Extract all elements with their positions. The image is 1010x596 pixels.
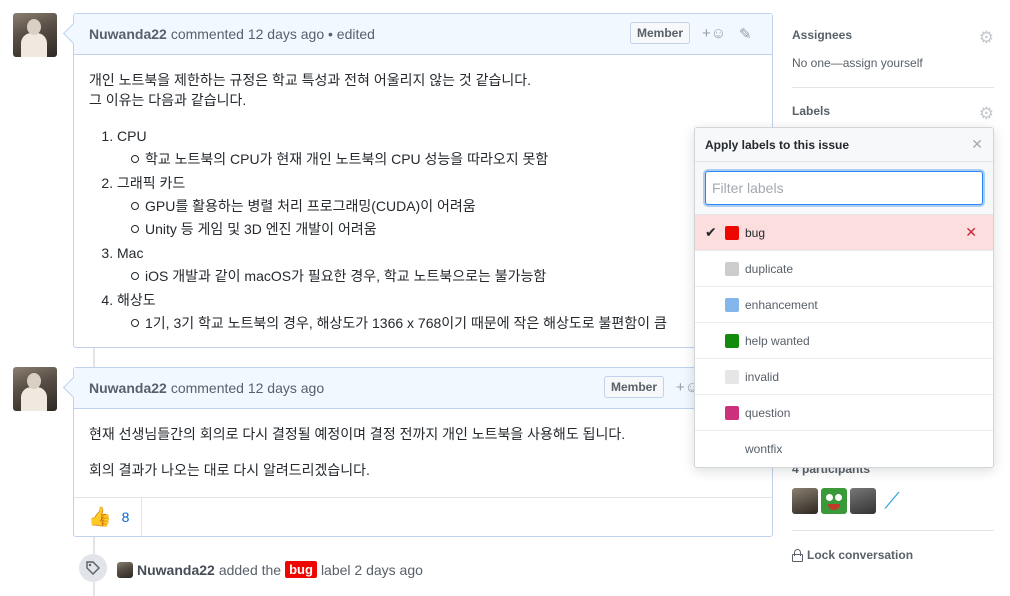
comment-author[interactable]: Nuwanda22 [89, 380, 167, 396]
list-item: CPU 학교 노트북의 CPU가 현재 개인 노트북의 CPU 성능을 따라오지… [117, 126, 679, 169]
comment-text: 그 이유는 다음과 같습니다. [89, 92, 247, 108]
check-icon: ✔ [705, 224, 717, 240]
labels-title: Labels [792, 104, 831, 118]
divider [792, 87, 994, 88]
event-text: label 2 days ago [320, 561, 423, 578]
reactions-bar: 👍 8 [74, 497, 772, 536]
lock-conversation-text: Lock conversation [807, 548, 914, 562]
sub-item: 학교 노트북의 CPU가 현재 개인 노트북의 CPU 성능을 따라오지 못함 [131, 149, 679, 169]
comment-1: Nuwanda22 commented 12 days ago • edited… [73, 13, 773, 348]
labels-popover: Apply labels to this issue ✕ ✔ bug ✕ dup… [694, 127, 994, 468]
label-name: bug [745, 225, 766, 240]
list-item-title: 그래픽 카드 [117, 175, 186, 191]
comment-meta: commented 12 days ago [170, 380, 325, 396]
participant-avatar[interactable]: ⟋ [879, 488, 905, 514]
labels-section: Labels ⚙ [792, 104, 994, 124]
label-swatch [725, 333, 739, 348]
pencil-icon[interactable]: ✎ [739, 25, 752, 43]
label-swatch [725, 442, 739, 456]
label-option-enhancement[interactable]: enhancement [695, 287, 993, 323]
label-name: duplicate [745, 261, 794, 276]
comment-text: 회의 결과가 나오는 대로 다시 알려드리겠습니다. [89, 462, 370, 478]
event-label[interactable]: bug [285, 561, 317, 578]
member-badge: Member [604, 376, 665, 398]
filter-labels-input[interactable] [705, 171, 983, 205]
label-list: ✔ bug ✕ duplicate enhancement help wante… [695, 215, 993, 467]
event-author[interactable]: Nuwanda22 [137, 562, 215, 578]
label-swatch [725, 225, 739, 240]
thumbs-up-icon: 👍 [88, 507, 112, 528]
sub-item: GPU를 활용하는 병렬 처리 프로그래밍(CUDA)이 어려움 [131, 196, 679, 216]
list-item: Mac iOS 개발과 같이 macOS가 필요한 경우, 학교 노트북으로는 … [117, 243, 679, 286]
sub-item: Unity 등 게임 및 3D 엔진 개발이 어려움 [131, 219, 679, 239]
filter-container [695, 162, 993, 215]
assign-yourself-link[interactable]: No one—assign yourself [792, 56, 994, 70]
divider [792, 530, 994, 531]
comment-body: 현재 선생님들간의 회의로 다시 결정될 예정이며 결정 전까지 개인 노트북을… [74, 409, 772, 497]
tag-icon [79, 554, 107, 582]
comment-meta: commented 12 days ago • edited [170, 26, 375, 42]
label-option-help-wanted[interactable]: help wanted [695, 323, 993, 359]
reason-list: CPU 학교 노트북의 CPU가 현재 개인 노트북의 CPU 성능을 따라오지… [117, 126, 679, 333]
lock-conversation-link[interactable]: Lock conversation [792, 548, 913, 562]
comment-text: 개인 노트북을 제한하는 규정은 학교 특성과 전혀 어울리지 않는 것 같습니… [89, 72, 532, 88]
add-reaction-button[interactable]: +☺ [702, 25, 726, 42]
list-item-title: 해상도 [117, 292, 156, 308]
list-item: 그래픽 카드 GPU를 활용하는 병렬 처리 프로그래밍(CUDA)이 어려움 … [117, 173, 679, 239]
label-event: Nuwanda22 added the bug label 2 days ago [117, 561, 423, 578]
popover-header: Apply labels to this issue ✕ [695, 128, 993, 162]
participant-avatar[interactable] [821, 488, 847, 514]
gear-icon[interactable]: ⚙ [979, 28, 994, 48]
comment-2: Nuwanda22 commented 12 days ago Member +… [73, 367, 773, 537]
label-swatch [725, 297, 739, 312]
list-item-title: CPU [117, 128, 147, 144]
comment-header: Nuwanda22 commented 12 days ago Member +… [74, 368, 772, 409]
label-option-duplicate[interactable]: duplicate [695, 251, 993, 287]
comment-body: 개인 노트북을 제한하는 규정은 학교 특성과 전혀 어울리지 않는 것 같습니… [74, 55, 694, 352]
label-option-bug[interactable]: ✔ bug ✕ [695, 215, 993, 251]
label-option-invalid[interactable]: invalid [695, 359, 993, 395]
participant-avatar[interactable] [850, 488, 876, 514]
comment-text: 현재 선생님들간의 회의로 다시 결정될 예정이며 결정 전까지 개인 노트북을… [89, 426, 626, 442]
label-name: invalid [745, 369, 780, 384]
sub-item: 1기, 3기 학교 노트북의 경우, 해상도가 1366 x 768이기 때문에… [131, 313, 679, 333]
avatar[interactable] [13, 13, 57, 57]
popover-title: Apply labels to this issue [705, 137, 850, 152]
smiley-icon: ☺ [710, 25, 727, 42]
participant-avatar[interactable] [792, 488, 818, 514]
label-name: enhancement [745, 297, 818, 312]
label-name: wontfix [745, 442, 783, 456]
close-icon[interactable]: ✕ [971, 136, 983, 153]
sub-item: iOS 개발과 같이 macOS가 필요한 경우, 학교 노트북으로는 불가능함 [131, 266, 679, 286]
label-swatch [725, 261, 739, 276]
avatar[interactable] [13, 367, 57, 411]
reaction-count: 8 [121, 509, 130, 525]
list-item-title: Mac [117, 245, 144, 261]
close-icon[interactable]: ✕ [965, 224, 977, 241]
list-item: 해상도 1기, 3기 학교 노트북의 경우, 해상도가 1366 x 768이기… [117, 290, 679, 333]
lock-icon [792, 548, 803, 562]
thumbs-up-reaction[interactable]: 👍 8 [74, 498, 142, 536]
label-option-question[interactable]: question [695, 395, 993, 431]
member-badge: Member [630, 22, 691, 44]
label-name: help wanted [745, 333, 810, 348]
assignees-title: Assignees [792, 28, 853, 42]
label-name: question [745, 405, 791, 420]
gear-icon[interactable]: ⚙ [979, 104, 994, 124]
comment-header: Nuwanda22 commented 12 days ago • edited… [74, 14, 772, 55]
label-option-wontfix[interactable]: wontfix [695, 431, 993, 467]
label-swatch [725, 405, 739, 420]
label-swatch [725, 369, 739, 384]
assignees-section: Assignees ⚙ No one—assign yourself [792, 28, 994, 78]
avatar[interactable] [117, 561, 133, 578]
event-text: added the [218, 561, 282, 578]
comment-author[interactable]: Nuwanda22 [89, 26, 167, 42]
